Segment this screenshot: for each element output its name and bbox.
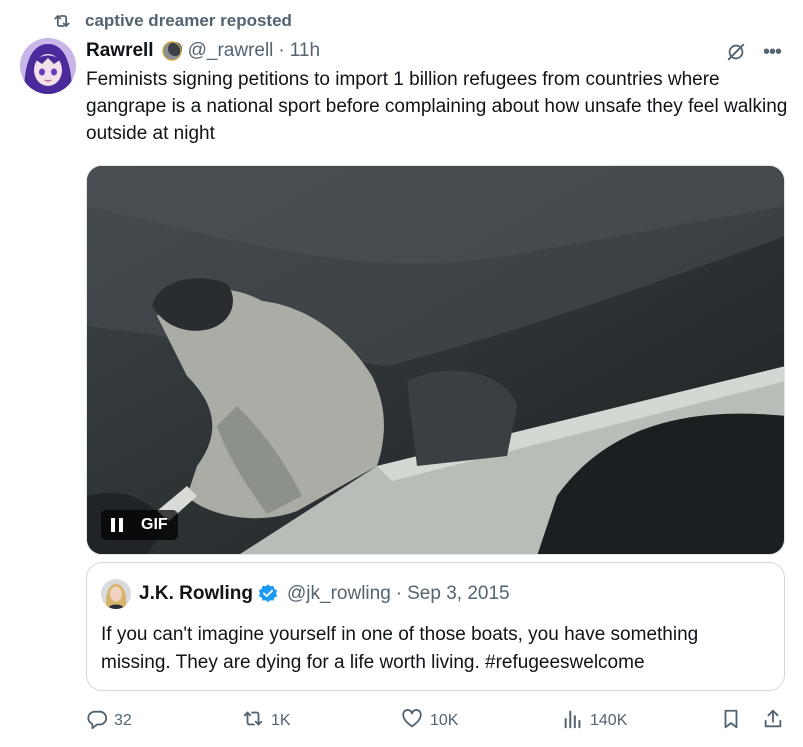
quoted-post-date[interactable]: Sep 3, 2015	[407, 583, 509, 605]
share-button[interactable]	[762, 706, 790, 736]
action-bar: 32 1K 10K 140K	[86, 706, 791, 736]
gif-frame-image	[87, 166, 784, 554]
repost-icon	[52, 11, 72, 31]
repost-count: 1K	[271, 712, 291, 729]
tweet-header: Rawrell @_rawrell · 11h	[86, 38, 320, 64]
repost-indicator[interactable]: captive dreamer reposted	[52, 8, 292, 34]
quoted-tweet-header: J.K. Rowling @jk_rowling · Sep 3, 2015	[101, 579, 510, 609]
repost-icon	[241, 708, 271, 735]
more-icon[interactable]: •••	[758, 38, 786, 66]
verified-badge-icon	[257, 583, 279, 605]
separator-dot: ·	[395, 583, 403, 604]
reply-icon	[86, 708, 114, 735]
moon-badge-icon	[161, 41, 182, 61]
quoted-tweet[interactable]: J.K. Rowling @jk_rowling · Sep 3, 2015 I…	[86, 562, 785, 691]
like-count: 10K	[430, 712, 459, 729]
gif-badge: GIF	[141, 516, 168, 533]
quoted-author-handle[interactable]: @jk_rowling	[287, 583, 391, 605]
author-handle[interactable]: @_rawrell	[188, 40, 274, 62]
reply-button[interactable]: 32	[86, 706, 132, 736]
quoted-tweet-text: If you can't imagine yourself in one of …	[101, 624, 699, 673]
author-avatar[interactable]	[20, 38, 76, 94]
quoted-author-name[interactable]: J.K. Rowling	[139, 583, 253, 605]
tweet-text: Feminists signing petitions to import 1 …	[86, 69, 788, 144]
pause-icon[interactable]	[111, 518, 127, 532]
repost-label: captive dreamer reposted	[85, 11, 292, 30]
grok-icon[interactable]	[722, 38, 750, 66]
bookmark-icon	[720, 708, 748, 735]
views-button[interactable]: 140K	[562, 706, 627, 736]
post-time[interactable]: 11h	[290, 40, 320, 62]
repost-button[interactable]: 1K	[241, 706, 291, 736]
separator-dot: ·	[278, 40, 285, 61]
like-icon	[400, 708, 430, 735]
author-name[interactable]: Rawrell	[86, 40, 154, 62]
bookmark-button[interactable]	[720, 706, 748, 736]
gif-media[interactable]: GIF	[86, 165, 785, 555]
reply-count: 32	[114, 712, 132, 729]
gif-controls[interactable]: GIF	[101, 510, 178, 540]
views-icon	[562, 708, 590, 735]
share-icon	[762, 708, 790, 735]
views-count: 140K	[590, 712, 628, 729]
like-button[interactable]: 10K	[400, 706, 458, 736]
quoted-author-avatar[interactable]	[101, 579, 131, 609]
